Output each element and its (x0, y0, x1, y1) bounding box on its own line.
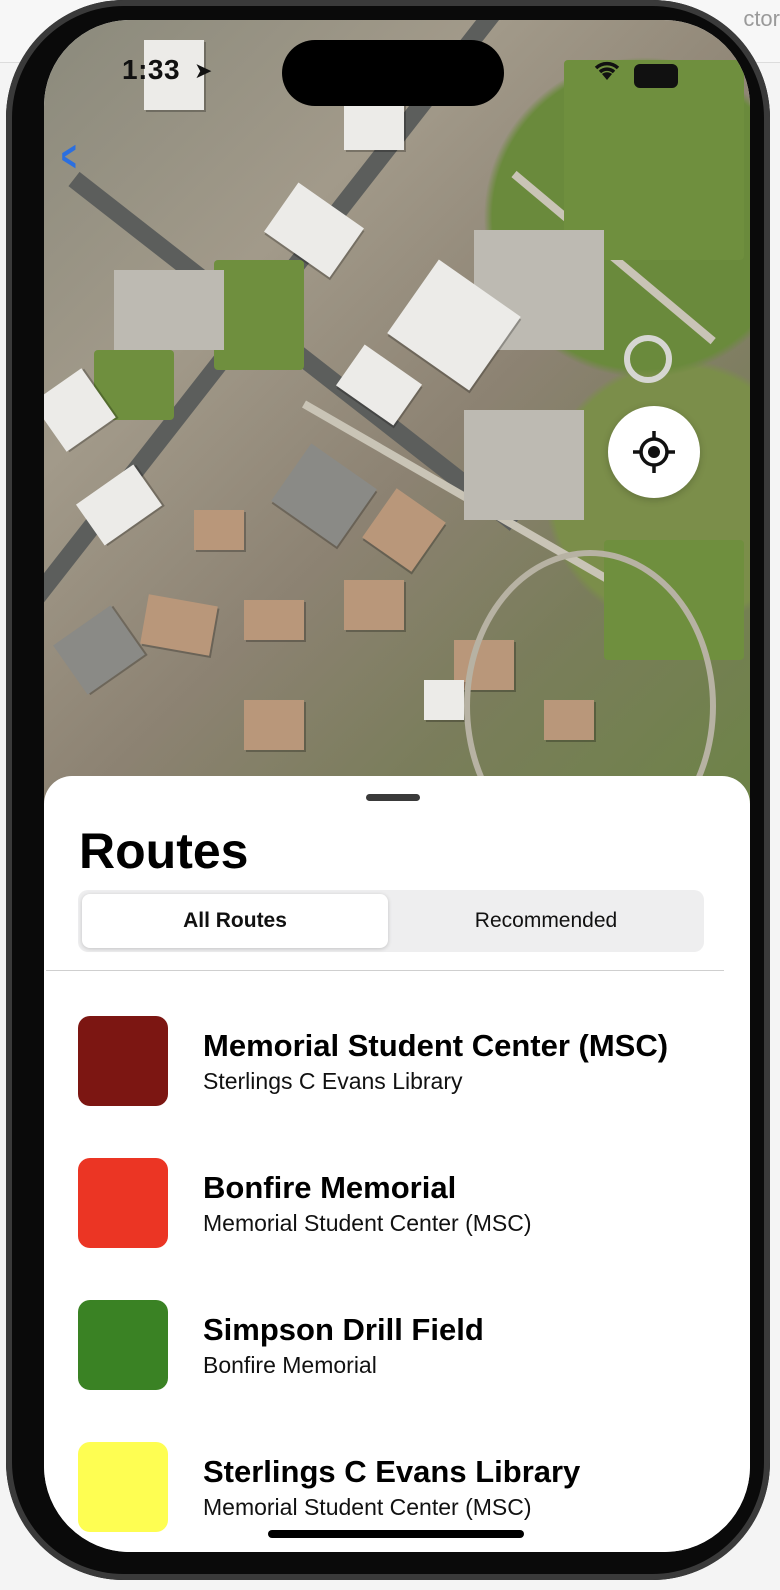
map-grass (214, 260, 304, 370)
tab-recommended[interactable]: Recommended (392, 894, 700, 948)
route-color-swatch (78, 1300, 168, 1390)
route-title: Sterlings C Evans Library (203, 1454, 581, 1489)
wifi-icon (594, 61, 620, 80)
map-building (244, 600, 304, 640)
route-color-swatch (78, 1158, 168, 1248)
routes-sheet: Routes All Routes Recommended Memorial S… (44, 776, 750, 1552)
sheet-title: Routes (79, 823, 249, 879)
route-title: Simpson Drill Field (203, 1312, 484, 1347)
map-building (140, 594, 218, 656)
status-time: 1:33 (122, 54, 181, 85)
route-subtitle: Memorial Student Center (MSC) (203, 1494, 532, 1520)
map-building (271, 443, 377, 547)
battery-icon (634, 64, 678, 88)
dynamic-island (282, 40, 504, 106)
sheet-grabber-handle[interactable] (366, 794, 420, 801)
map-building (244, 700, 304, 750)
map-round-structure (624, 335, 672, 383)
route-list-item[interactable]: Sterlings C Evans Library Memorial Stude… (78, 1442, 718, 1538)
map-building (344, 100, 404, 150)
map-parking-lot (114, 270, 224, 350)
route-subtitle: Memorial Student Center (MSC) (203, 1210, 532, 1236)
back-chevron-icon[interactable]: < (61, 132, 76, 182)
route-subtitle: Bonfire Memorial (203, 1352, 377, 1378)
map-building (424, 680, 464, 720)
sheet-divider (46, 970, 724, 971)
map-building (194, 510, 244, 550)
phone-screen: 1:33 ➤ < Routes All Routes Recommended M… (44, 20, 750, 1552)
route-title: Bonfire Memorial (203, 1170, 457, 1205)
route-list-item[interactable]: Simpson Drill Field Bonfire Memorial (78, 1300, 718, 1396)
route-list-item[interactable]: Bonfire Memorial Memorial Student Center… (78, 1158, 718, 1254)
map-building (344, 580, 404, 630)
routes-segmented-control: All Routes Recommended (78, 890, 704, 952)
map-parking-lot (464, 410, 584, 520)
home-indicator (268, 1530, 524, 1538)
route-color-swatch (78, 1442, 168, 1532)
route-color-swatch (78, 1016, 168, 1106)
phone-frame: 1:33 ➤ < Routes All Routes Recommended M… (6, 0, 770, 1580)
route-title: Memorial Student Center (MSC) (203, 1028, 669, 1063)
recenter-location-button[interactable] (608, 406, 700, 498)
map-building (335, 344, 423, 426)
route-subtitle: Sterlings C Evans Library (203, 1068, 463, 1094)
map-building (53, 605, 145, 695)
map-building (362, 488, 446, 572)
tab-all-routes[interactable]: All Routes (82, 894, 388, 948)
location-arrow-icon: ➤ (194, 58, 213, 83)
crosshair-icon (633, 431, 675, 473)
route-list-item[interactable]: Memorial Student Center (MSC) Sterlings … (78, 1016, 718, 1112)
